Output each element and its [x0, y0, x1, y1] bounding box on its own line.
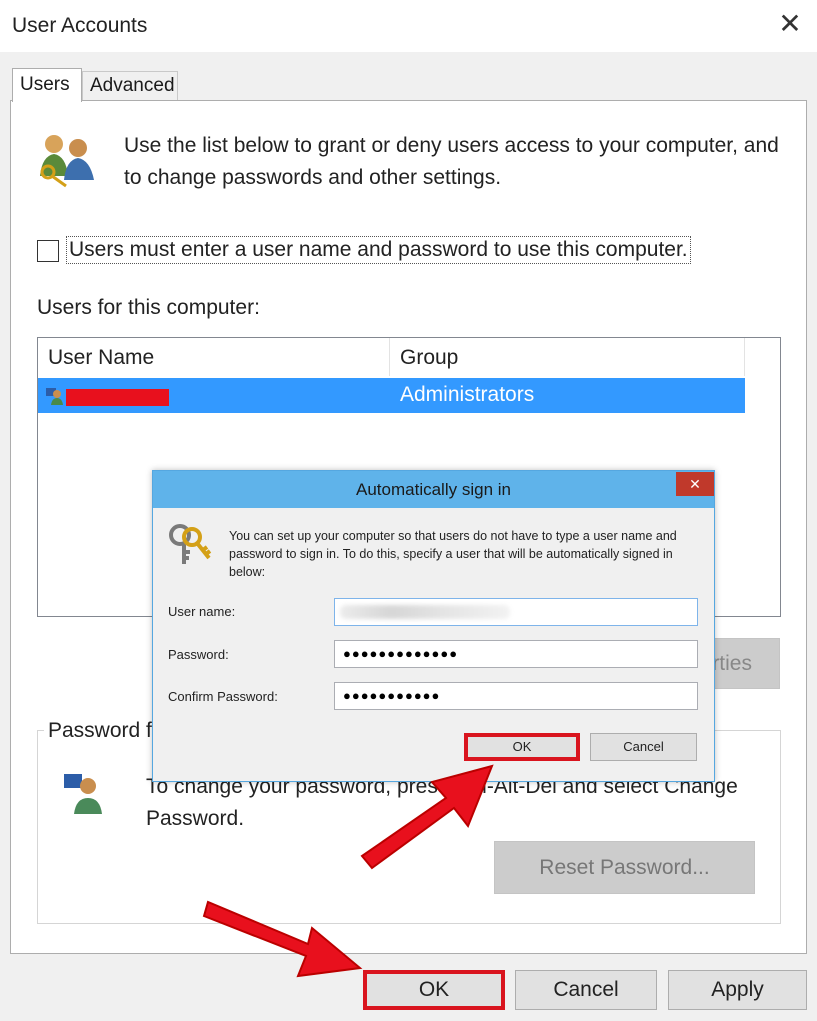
password-label: Password: — [168, 647, 229, 662]
row-group-cell: Administrators — [400, 383, 535, 406]
require-password-label[interactable]: Users must enter a user name and passwor… — [66, 236, 691, 264]
user-password-icon — [64, 774, 102, 814]
dialog-title: Automatically sign in — [356, 480, 511, 499]
reset-password-button[interactable]: Reset Password... — [494, 841, 755, 894]
tab-advanced[interactable]: Advanced — [82, 71, 178, 100]
cancel-button[interactable]: Cancel — [515, 970, 657, 1010]
confirm-password-label: Confirm Password: — [168, 689, 278, 704]
users-list-label: Users for this computer: — [37, 296, 260, 319]
require-password-checkbox[interactable] — [37, 240, 59, 262]
confirm-password-field[interactable]: ●●●●●●●●●●● — [334, 682, 698, 710]
keys-icon — [169, 524, 212, 564]
ok-button[interactable]: OK — [363, 970, 505, 1010]
password-field[interactable]: ●●●●●●●●●●●●● — [334, 640, 698, 668]
redacted-user-name — [66, 389, 169, 406]
dialog-ok-button[interactable]: OK — [464, 733, 580, 761]
dialog-close-icon[interactable]: ✕ — [676, 472, 714, 496]
apply-button[interactable]: Apply — [668, 970, 807, 1010]
column-header-user-name[interactable]: User Name — [38, 338, 390, 376]
intro-text: Use the list below to grant or deny user… — [124, 134, 779, 189]
user-row-icon — [46, 388, 63, 405]
username-label: User name: — [168, 604, 236, 619]
password-groupbox-title: Password f — [44, 719, 156, 743]
dialog-cancel-button[interactable]: Cancel — [590, 733, 697, 761]
dialog-description: You can set up your computer so that use… — [229, 529, 677, 579]
tab-users[interactable]: Users — [12, 68, 82, 102]
window-title: User Accounts — [12, 14, 148, 37]
blurred-username-value — [340, 605, 510, 619]
users-keys-icon — [40, 135, 94, 188]
column-header-group[interactable]: Group — [390, 338, 745, 376]
window-close-icon[interactable]: ✕ — [776, 10, 804, 38]
